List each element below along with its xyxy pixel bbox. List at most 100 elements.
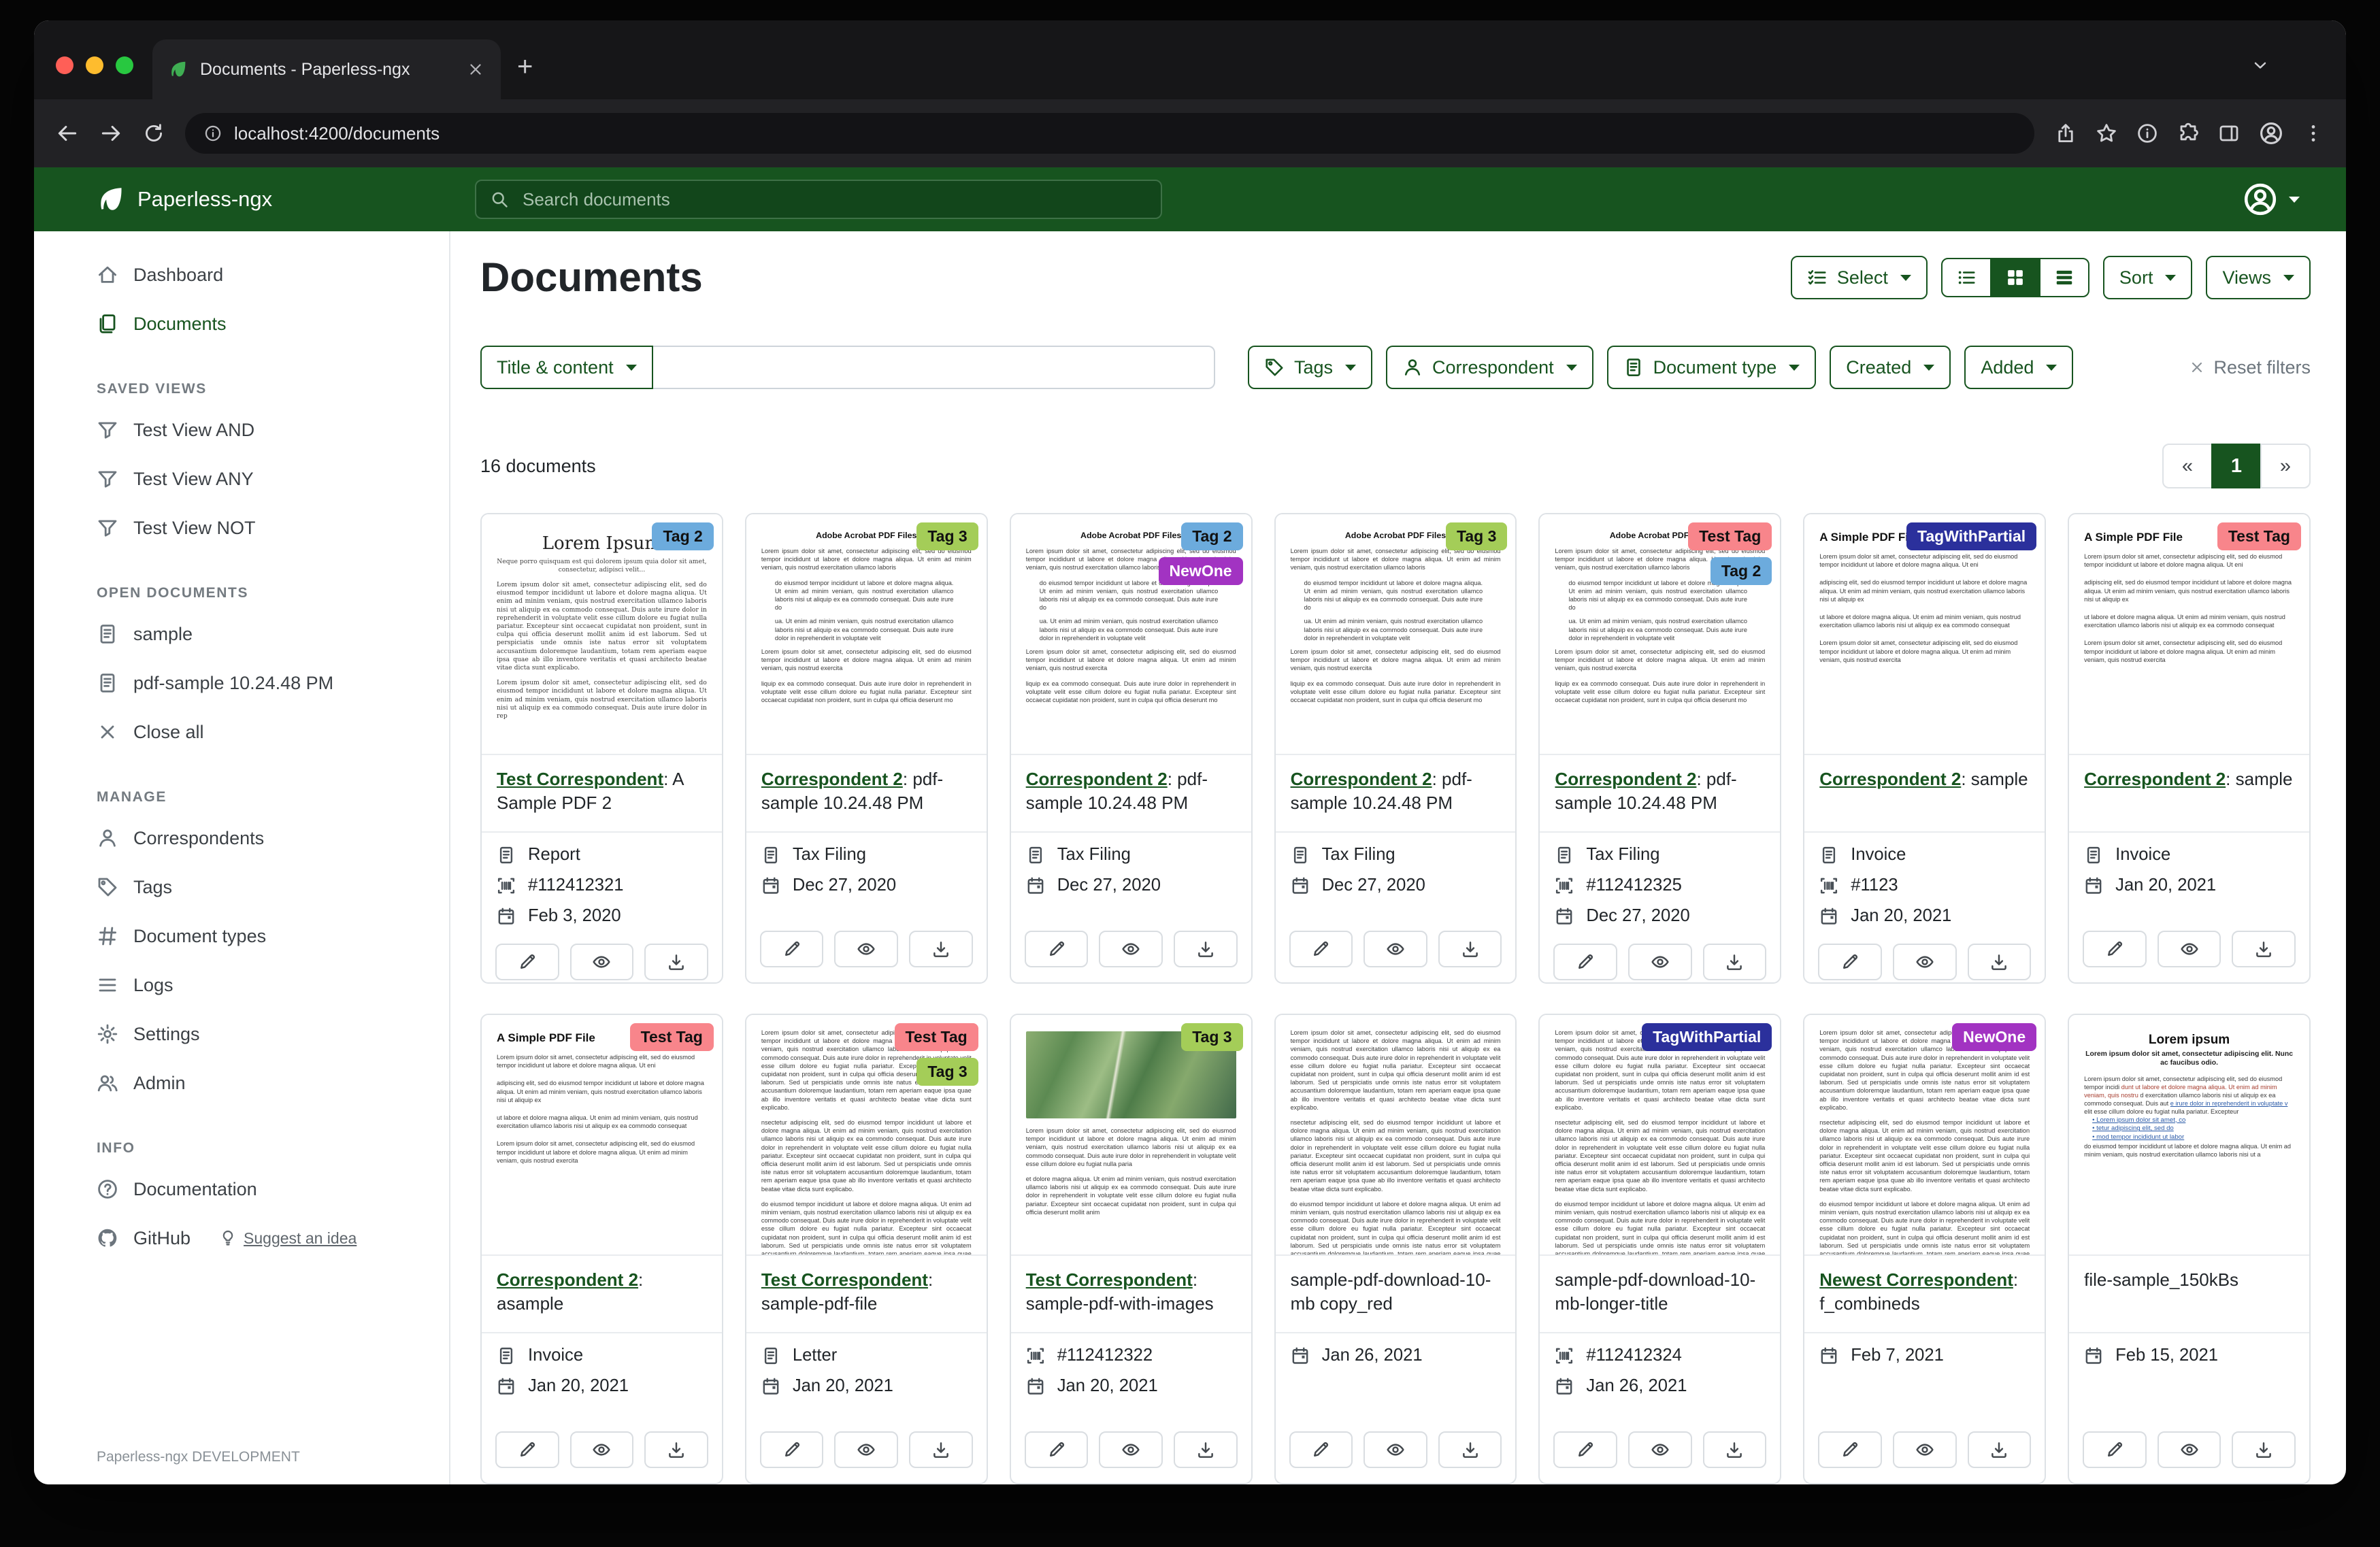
correspondent-link[interactable]: Test Correspondent [497,769,663,789]
correspondent-link[interactable]: Correspondent 2 [1026,769,1168,789]
sidebar-item-admin[interactable]: Admin [34,1059,449,1108]
document-thumbnail[interactable]: Lorem ipsum dolor sit amet, consectetur … [1011,1015,1251,1256]
site-info-icon[interactable] [204,124,222,142]
correspondent-link[interactable]: Newest Correspondent [1819,1269,2013,1290]
correspondent-filter-button[interactable]: Correspondent [1386,346,1593,389]
next-page-button[interactable]: » [2260,444,2311,488]
edit-button[interactable] [1025,931,1089,967]
tag-badge-tag-3[interactable]: Tag 3 [1181,1023,1242,1051]
tag-badge-tag-3[interactable]: Tag 3 [916,522,978,550]
document-card[interactable]: Lorem IpsumNeque porro quisquam est qui … [480,513,723,984]
select-button[interactable]: Select [1791,256,1928,299]
download-button[interactable] [1438,1431,1502,1468]
document-card[interactable]: Lorem ipsum dolor sit amet, consectetur … [1010,1014,1253,1484]
sidebar-item-correspondents[interactable]: Correspondents [34,814,449,863]
download-button[interactable] [2232,931,2296,967]
reset-filters-button[interactable]: Reset filters [2189,357,2311,378]
tab-close-icon[interactable] [467,61,484,78]
download-button[interactable] [1174,931,1238,967]
back-icon[interactable] [56,122,79,145]
sidebar-item-tags[interactable]: Tags [34,863,449,912]
search-input[interactable] [520,188,1147,212]
tag-badge-tagwithpartial[interactable]: TagWithPartial [1906,522,2036,550]
title-content-dropdown[interactable]: Title & content [480,346,653,389]
document-thumbnail[interactable]: A Simple PDF FileLorem ipsum dolor sit a… [2069,514,2309,755]
sidebar-item-test-view-any[interactable]: Test View ANY [34,454,449,503]
sidebar-item-github[interactable]: GitHub Suggest an idea [34,1214,449,1263]
sidebar-item-document-types[interactable]: Document types [34,912,449,961]
document-thumbnail[interactable]: Lorem ipsumLorem ipsum dolor sit amet, c… [2069,1015,2309,1256]
edit-button[interactable] [1818,944,1882,980]
tag-badge-tag-2[interactable]: Tag 2 [1710,557,1772,585]
correspondent-link[interactable]: Test Correspondent [761,1269,928,1290]
edit-button[interactable] [1289,1431,1353,1468]
tag-badge-test-tag[interactable]: Test Tag [630,1023,714,1051]
sidebar-item-pdf-sample-10-24-48-pm[interactable]: pdf-sample 10.24.48 PM [34,659,449,708]
page-1-button[interactable]: 1 [2211,444,2262,488]
browser-profile-icon[interactable] [2259,121,2283,146]
edit-button[interactable] [2083,931,2147,967]
document-thumbnail[interactable]: A Simple PDF FileLorem ipsum dolor sit a… [482,1015,722,1256]
tag-badge-newone[interactable]: NewOne [1159,557,1243,585]
side-panel-icon[interactable] [2218,122,2240,144]
download-button[interactable] [1703,944,1767,980]
document-thumbnail[interactable]: Lorem ipsum dolor sit amet, consectetur … [1540,1015,1780,1256]
sidebar-item-close-all[interactable]: Close all [34,708,449,756]
document-thumbnail[interactable]: Lorem IpsumNeque porro quisquam est qui … [482,514,722,755]
view-grid-button[interactable] [1990,258,2040,297]
view-details-button[interactable] [2039,258,2089,297]
tag-badge-test-tag[interactable]: Test Tag [895,1023,978,1051]
download-button[interactable] [1703,1431,1767,1468]
previous-page-button[interactable]: « [2162,444,2213,488]
document-card[interactable]: Lorem ipsum dolor sit amet, consectetur … [745,1014,988,1484]
tag-badge-test-tag[interactable]: Test Tag [1688,522,1772,550]
extensions-puzzle-icon[interactable] [2177,122,2199,144]
preview-button[interactable] [1363,931,1427,967]
edit-button[interactable] [1553,1431,1617,1468]
user-menu[interactable] [2243,182,2300,217]
document-thumbnail[interactable]: Adobe Acrobat PDF FilesLorem ipsum dolor… [1276,514,1516,755]
download-button[interactable] [1174,1431,1238,1468]
document-card[interactable]: Adobe Acrobat PDF FilesLorem ipsum dolor… [745,513,988,984]
document-card[interactable]: Adobe Acrobat PDF FilesLorem ipsum dolor… [1274,513,1517,984]
preview-button[interactable] [1099,931,1163,967]
views-button[interactable]: Views [2206,256,2311,299]
tag-badge-tag-2[interactable]: Tag 2 [652,522,713,550]
tag-badge-tag-2[interactable]: Tag 2 [1181,522,1242,550]
edit-button[interactable] [2083,1431,2147,1468]
document-card[interactable]: Lorem ipsum dolor sit amet, consectetur … [1274,1014,1517,1484]
sidebar-item-logs[interactable]: Logs [34,961,449,1010]
download-button[interactable] [1438,931,1502,967]
minimize-window-button[interactable] [86,56,103,74]
close-window-button[interactable] [56,56,73,74]
preview-button[interactable] [1628,944,1692,980]
sidebar-item-test-view-not[interactable]: Test View NOT [34,503,449,552]
view-list-button[interactable] [1941,258,1991,297]
filter-text-input[interactable] [653,346,1215,389]
document-card[interactable]: A Simple PDF FileLorem ipsum dolor sit a… [2068,513,2311,984]
app-brand[interactable]: Paperless-ngx [97,185,272,214]
bookmark-star-icon[interactable] [2096,122,2117,144]
browser-menu-icon[interactable] [2302,122,2324,144]
forward-icon[interactable] [99,122,122,145]
document-thumbnail[interactable]: Lorem ipsum dolor sit amet, consectetur … [1804,1015,2045,1256]
download-button[interactable] [1968,944,2032,980]
preview-button[interactable] [834,931,898,967]
document-card[interactable]: Adobe Acrobat PDF FilesLorem ipsum dolor… [1538,513,1781,984]
edit-button[interactable] [1553,944,1617,980]
reload-icon[interactable] [143,122,165,144]
preview-button[interactable] [1893,944,1957,980]
download-button[interactable] [1968,1431,2032,1468]
tag-badge-tag-3[interactable]: Tag 3 [1446,522,1507,550]
sidebar-item-documents[interactable]: Documents [34,299,449,348]
edit-button[interactable] [760,931,824,967]
global-search[interactable] [475,180,1162,219]
download-button[interactable] [2232,1431,2296,1468]
tag-badge-tagwithpartial[interactable]: TagWithPartial [1642,1023,1772,1051]
created-filter-button[interactable]: Created [1830,346,1951,389]
document-thumbnail[interactable]: Adobe Acrobat PDF FilesLorem ipsum dolor… [746,514,987,755]
edit-button[interactable] [760,1431,824,1468]
tag-badge-tag-3[interactable]: Tag 3 [916,1058,978,1086]
sort-button[interactable]: Sort [2103,256,2193,299]
correspondent-link[interactable]: Correspondent 2 [1819,769,1961,789]
